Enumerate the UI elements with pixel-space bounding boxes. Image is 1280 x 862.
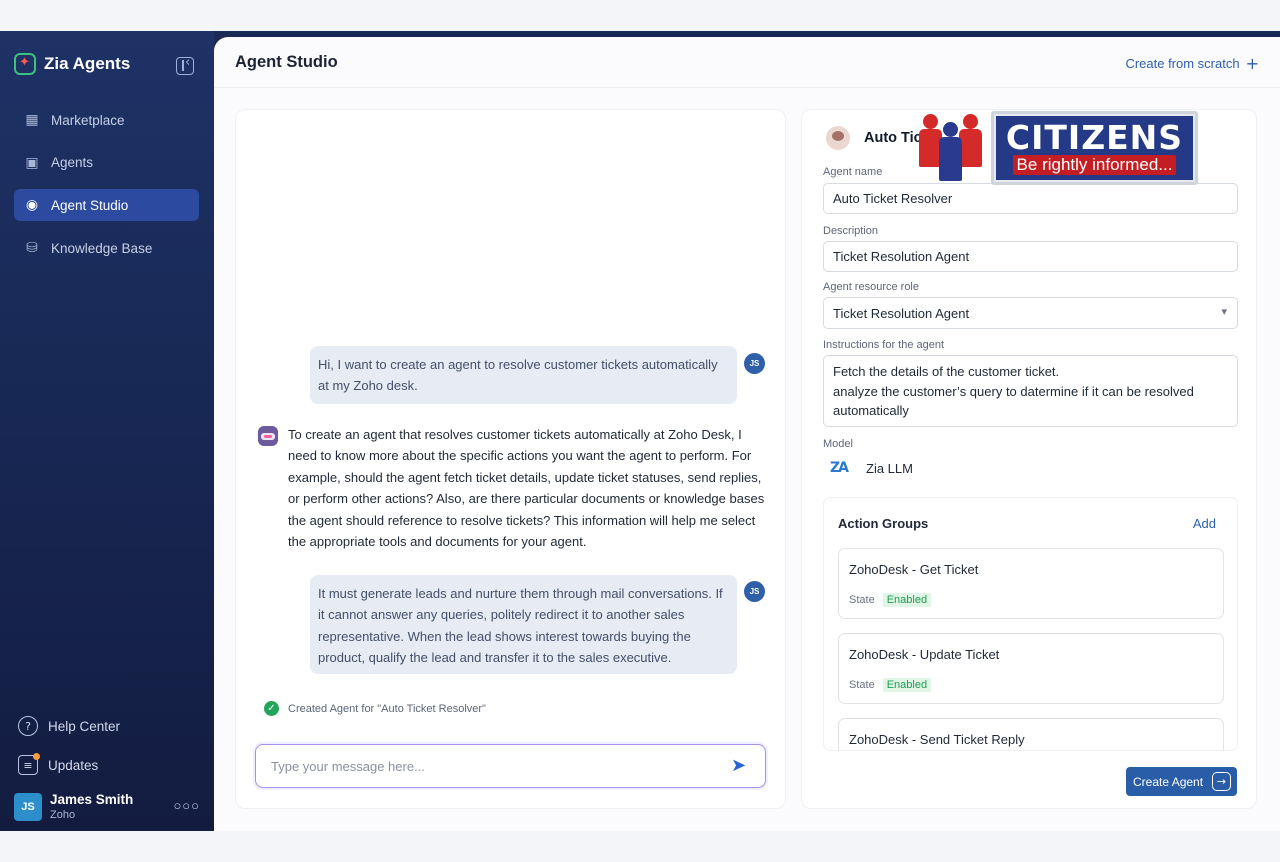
user-profile[interactable]: JS James Smith Zoho ○○○ <box>14 792 200 821</box>
plus-icon: + <box>1245 54 1259 73</box>
action-group-card[interactable]: ZohoDesk - Get Ticket State Enabled <box>838 548 1224 619</box>
sidebar-item-marketplace[interactable]: ▦ Marketplace <box>14 104 199 136</box>
state-label: State <box>849 679 875 691</box>
people-logo-icon <box>918 114 988 182</box>
user-message-2: It must generate leads and nurture them … <box>310 575 737 674</box>
sidebar-bottom-links: ? Help Center ≡ Updates <box>18 714 203 792</box>
database-icon: ⛁ <box>26 240 38 257</box>
arrow-right-icon: → <box>1212 772 1231 791</box>
user-name: James Smith <box>50 792 134 807</box>
create-agent-button[interactable]: Create Agent → <box>1126 767 1237 796</box>
role-label: Agent resource role <box>823 281 919 293</box>
sidebar-item-agents[interactable]: ▣ Agents <box>14 147 199 179</box>
chat-panel: Hi, I want to create an agent to resolve… <box>235 109 786 809</box>
message-input-box: ➤ <box>255 744 766 788</box>
action-group-card[interactable]: ZohoDesk - Update Ticket State Enabled <box>838 633 1224 704</box>
sidebar-nav: ▦ Marketplace ▣ Agents ◉ Agent Studio ⛁ … <box>14 104 199 275</box>
create-from-scratch-link[interactable]: Create from scratch + <box>1125 54 1259 73</box>
sidebar-item-label: Marketplace <box>51 112 125 128</box>
agent-config-panel: Auto Ticv Agent name Auto Ticket Resolve… <box>801 109 1257 809</box>
status-badge: Enabled <box>882 593 932 607</box>
watermark-tagline: Be rightly informed... <box>1012 155 1177 175</box>
updates-label: Updates <box>48 757 99 773</box>
role-select-value: Ticket Resolution Agent <box>833 305 970 321</box>
action-group-state: State Enabled <box>849 678 932 692</box>
notification-dot <box>33 753 40 760</box>
role-select[interactable]: Ticket Resolution Agent <box>823 297 1238 329</box>
action-groups-section: Action Groups Add ZohoDesk - Get Ticket … <box>823 497 1238 751</box>
action-group-card[interactable]: ZohoDesk - Send Ticket Reply State Enabl… <box>838 718 1224 750</box>
sidebar-item-label: Knowledge Base <box>51 240 153 256</box>
sidebar-item-agent-studio[interactable]: ◉ Agent Studio <box>14 189 199 222</box>
description-label: Description <box>823 225 879 237</box>
create-from-scratch-label: Create from scratch <box>1125 56 1240 71</box>
sidebar-item-knowledge-base[interactable]: ⛁ Knowledge Base <box>14 232 199 264</box>
action-group-name: ZohoDesk - Update Ticket <box>849 647 1000 662</box>
zia-logo-icon <box>14 53 36 75</box>
agent-name-field[interactable]: Auto Ticket Resolver <box>823 183 1238 214</box>
brand-name: Zia Agents <box>44 54 131 73</box>
updates-link[interactable]: ≡ Updates <box>18 753 203 777</box>
brand: Zia Agents <box>14 53 130 75</box>
sidebar-item-label: Agent Studio <box>51 197 129 213</box>
action-groups-title: Action Groups <box>838 516 929 531</box>
user-message-1: Hi, I want to create an agent to resolve… <box>310 346 737 404</box>
page-title: Agent Studio <box>235 52 338 71</box>
bot-avatar-icon <box>258 426 278 446</box>
store-icon: ▦ <box>25 112 39 128</box>
model-value: Zia LLM <box>866 460 913 476</box>
instructions-line: Fetch the details of the customer ticket… <box>833 364 1060 379</box>
studio-icon: ◉ <box>25 197 39 214</box>
instructions-field[interactable]: Fetch the details of the customer ticket… <box>823 355 1238 427</box>
citizens-badge: CITIZENS Be rightly informed... <box>991 111 1198 185</box>
model-row: ZA Zia LLM <box>830 460 913 476</box>
more-options-icon[interactable]: ○○○ <box>173 798 200 813</box>
agent-title-visible: Auto Tic <box>864 130 922 146</box>
robot-icon: ▣ <box>25 154 39 171</box>
message-text: It must generate leads and nurture them … <box>318 586 723 666</box>
message-text: Hi, I want to create an agent to resolve… <box>318 357 718 394</box>
model-label: Model <box>823 438 853 450</box>
collapse-sidebar-icon[interactable] <box>176 55 194 75</box>
agent-name-label: Agent name <box>823 166 883 178</box>
citizens-watermark-logo: CITIZENS Be rightly informed... <box>918 111 1198 185</box>
status-badge: Enabled <box>882 678 932 692</box>
state-label: State <box>849 594 875 606</box>
sidebar-item-label: Agents <box>51 155 94 171</box>
sidebar: Zia Agents ▦ Marketplace ▣ Agents ◉ Agen… <box>0 31 214 831</box>
help-icon: ? <box>18 716 38 736</box>
add-action-group-button[interactable]: Add <box>1193 516 1216 531</box>
action-group-name: ZohoDesk - Get Ticket <box>849 562 979 577</box>
user-org: Zoho <box>50 809 76 821</box>
create-agent-label: Create Agent <box>1133 774 1204 789</box>
instructions-line: analyze the customer’s query to datermin… <box>833 383 1194 419</box>
user-avatar: JS <box>14 792 42 821</box>
user-avatar: JS <box>744 353 765 374</box>
help-center-label: Help Center <box>48 718 121 734</box>
updates-icon: ≡ <box>18 753 40 775</box>
user-avatar: JS <box>744 581 765 602</box>
help-center-link[interactable]: ? Help Center <box>18 714 203 738</box>
check-circle-icon: ✓ <box>264 701 279 716</box>
send-icon[interactable]: ➤ <box>731 755 753 777</box>
instructions-label: Instructions for the agent <box>823 339 945 351</box>
action-group-state: State Enabled <box>849 593 932 607</box>
action-group-name: ZohoDesk - Send Ticket Reply <box>849 732 1025 747</box>
agent-created-status: ✓ Created Agent for "Auto Ticket Resolve… <box>264 701 486 716</box>
status-text: Created Agent for "Auto Ticket Resolver" <box>288 702 486 715</box>
watermark-word: CITIZENS <box>1005 118 1184 157</box>
message-input[interactable] <box>271 758 711 774</box>
bot-message: To create an agent that resolves custome… <box>288 427 765 550</box>
description-field[interactable]: Ticket Resolution Agent <box>823 241 1238 272</box>
top-bar: Agent Studio <box>214 37 1280 88</box>
agent-avatar <box>826 126 850 150</box>
zia-llm-icon: ZA <box>830 460 849 476</box>
